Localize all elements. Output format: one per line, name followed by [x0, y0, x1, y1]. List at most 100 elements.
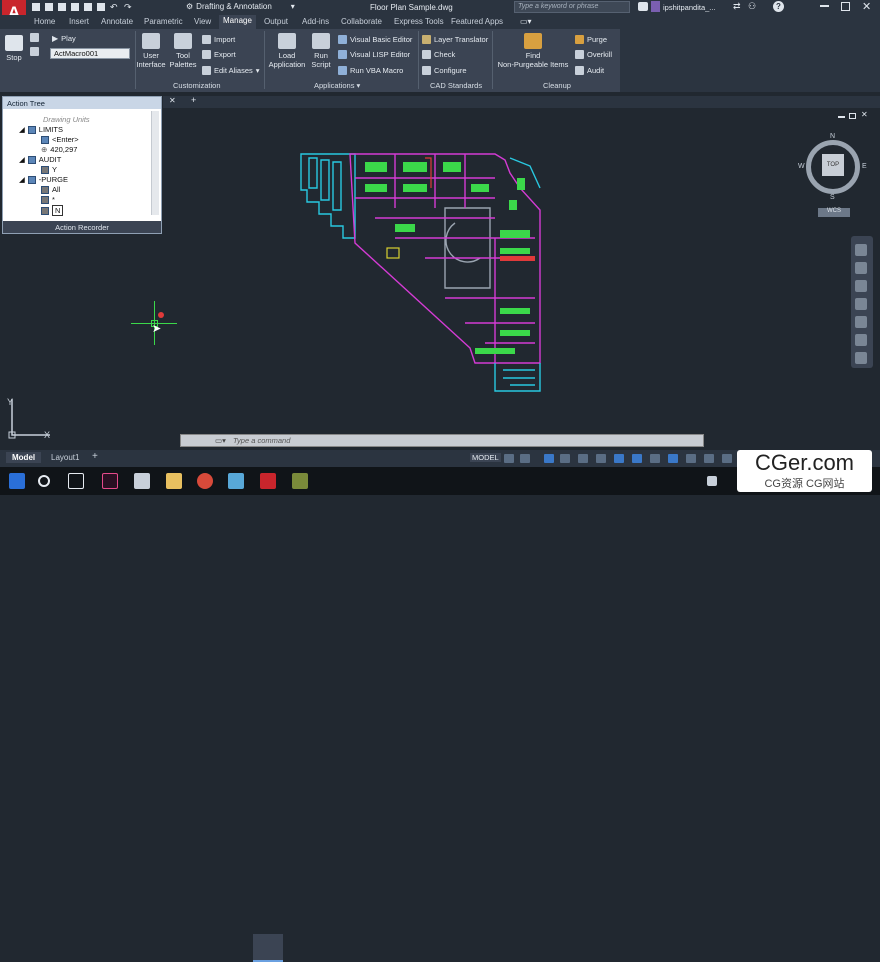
- play-button[interactable]: ▶ Play: [52, 34, 76, 43]
- command-input[interactable]: Type a command: [233, 436, 290, 445]
- configure-button[interactable]: Configure: [422, 66, 467, 75]
- file-explorer-icon[interactable]: [166, 473, 182, 489]
- expand-icon[interactable]: ◢: [19, 155, 25, 164]
- stop-button[interactable]: Stop: [4, 35, 24, 62]
- audit-button[interactable]: Audit: [575, 66, 604, 75]
- tab-layout1[interactable]: Layout1: [51, 453, 79, 462]
- tab-featured-apps[interactable]: Featured Apps: [451, 17, 503, 26]
- viewcube-top-face[interactable]: TOP: [822, 154, 844, 176]
- indesign-icon[interactable]: [102, 473, 118, 489]
- tree-item-audit[interactable]: ◢ AUDIT: [19, 155, 61, 164]
- tree-item-y[interactable]: Y: [41, 165, 57, 174]
- command-line[interactable]: ▭▾ Type a command: [180, 434, 704, 447]
- tree-item-drawing-units[interactable]: Drawing Units: [43, 115, 90, 124]
- showmotion-icon[interactable]: [855, 316, 867, 328]
- expand-icon[interactable]: ◢: [19, 175, 25, 184]
- save-icon[interactable]: [58, 3, 66, 11]
- applications-panel-label[interactable]: Applications ▾: [314, 81, 360, 90]
- print-icon[interactable]: [97, 3, 105, 11]
- tree-item-limits[interactable]: ◢ LIMITS: [19, 125, 63, 134]
- navbar-extra-icon[interactable]: [855, 334, 867, 346]
- expand-icon[interactable]: ◢: [19, 125, 25, 134]
- tree-item-n[interactable]: N: [41, 205, 64, 216]
- redo-icon[interactable]: ↷: [124, 3, 133, 12]
- chrome-icon[interactable]: [197, 473, 213, 489]
- maximize-icon[interactable]: [841, 2, 850, 11]
- tree-item-all[interactable]: All: [41, 185, 60, 194]
- viewport-minimize-icon[interactable]: [838, 116, 845, 118]
- tab-annotate[interactable]: Annotate: [101, 17, 133, 26]
- record-small-icon[interactable]: [30, 33, 39, 42]
- wcs-menu[interactable]: WCS: [818, 208, 850, 217]
- viewport-close-icon[interactable]: ✕: [861, 110, 868, 119]
- open-icon[interactable]: [45, 3, 53, 11]
- zoom-extents-icon[interactable]: [855, 280, 867, 292]
- tab-manage[interactable]: Manage: [219, 15, 256, 29]
- save-as-icon[interactable]: [71, 3, 79, 11]
- minimize-icon[interactable]: [820, 5, 829, 7]
- macro-select[interactable]: ActMacro001: [50, 48, 130, 59]
- close-icon[interactable]: ✕: [862, 0, 871, 13]
- ribbon-options-icon[interactable]: ▭▾: [520, 17, 532, 26]
- workspace-switcher[interactable]: ⚙ Drafting & Annotation ▾: [186, 2, 295, 11]
- search-input[interactable]: Type a keyword or phrase: [514, 1, 630, 13]
- new-tab-icon[interactable]: +: [191, 95, 196, 105]
- search-icon[interactable]: [38, 475, 50, 487]
- action-tree-scrollbar[interactable]: [151, 111, 159, 215]
- add-layout-icon[interactable]: +: [92, 451, 98, 462]
- tab-express-tools[interactable]: Express Tools: [394, 17, 444, 26]
- app-icon-green[interactable]: [292, 473, 308, 489]
- check-button[interactable]: Check: [422, 50, 455, 59]
- user-interface-button[interactable]: User Interface: [135, 33, 167, 69]
- grid-icon[interactable]: [504, 454, 514, 463]
- windows-start-icon[interactable]: [9, 473, 25, 489]
- tree-item-star[interactable]: *: [41, 195, 55, 204]
- polar-icon[interactable]: [560, 454, 570, 463]
- annotation-scale-icon[interactable]: [686, 454, 696, 463]
- app-icon-generic[interactable]: [134, 473, 150, 489]
- task-view-icon[interactable]: [68, 473, 84, 489]
- binoculars-icon[interactable]: [638, 2, 648, 11]
- tab-home[interactable]: Home: [34, 17, 55, 26]
- workspace-switch-icon[interactable]: [722, 454, 732, 463]
- tab-insert[interactable]: Insert: [69, 17, 89, 26]
- selection-cycling-icon[interactable]: [650, 454, 660, 463]
- user-icon[interactable]: [651, 1, 660, 12]
- ortho-icon[interactable]: [544, 454, 554, 463]
- import-button[interactable]: Import: [202, 35, 235, 44]
- user-name[interactable]: ipshitpandita_...: [663, 3, 716, 12]
- lineweight-icon[interactable]: [614, 454, 624, 463]
- help-icon[interactable]: ?: [773, 1, 784, 12]
- network-icon[interactable]: ⚇: [748, 1, 756, 12]
- run-vba-button[interactable]: Run VBA Macro: [338, 66, 403, 75]
- find-non-purgeable-button[interactable]: Find Non-Purgeable Items: [494, 33, 572, 69]
- tab-collaborate[interactable]: Collaborate: [341, 17, 382, 26]
- run-script-button[interactable]: Run Script: [308, 33, 334, 69]
- pan-icon[interactable]: [855, 262, 867, 274]
- tab-model[interactable]: Model: [6, 452, 42, 463]
- overkill-button[interactable]: Overkill: [575, 50, 612, 59]
- tab-addins[interactable]: Add-ins: [302, 17, 329, 26]
- annotation-visibility-icon[interactable]: [668, 454, 678, 463]
- edit-aliases-button[interactable]: Edit Aliases ▾: [202, 66, 260, 75]
- model-space-toggle[interactable]: MODEL: [470, 453, 501, 462]
- close-tab-icon[interactable]: ✕: [169, 96, 176, 105]
- tree-item-enter[interactable]: <Enter>: [41, 135, 79, 144]
- snap-icon[interactable]: [520, 454, 530, 463]
- autocad-taskbar-button[interactable]: [253, 934, 283, 962]
- load-application-button[interactable]: Load Application: [266, 33, 308, 69]
- export-button[interactable]: Export: [202, 50, 236, 59]
- tab-output[interactable]: Output: [264, 17, 288, 26]
- osnap-icon[interactable]: [596, 454, 606, 463]
- app-icon-blue[interactable]: [228, 473, 244, 489]
- lisp-editor-button[interactable]: Visual LISP Editor: [338, 50, 410, 59]
- insert-message-icon[interactable]: [30, 47, 39, 56]
- web-icon[interactable]: [84, 3, 92, 11]
- vb-editor-button[interactable]: Visual Basic Editor: [338, 35, 412, 44]
- floor-plan-drawing[interactable]: [295, 148, 550, 398]
- tab-view[interactable]: View: [194, 17, 211, 26]
- tree-item-coords[interactable]: ⊕ 420,297: [41, 145, 77, 154]
- cart-icon[interactable]: ⇄: [733, 1, 741, 12]
- navbar-menu-icon[interactable]: [855, 352, 867, 364]
- orbit-icon[interactable]: [855, 298, 867, 310]
